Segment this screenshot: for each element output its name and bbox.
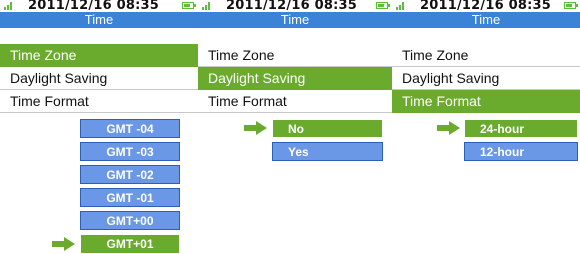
status-bar: 2011/12/16 08:35 — [0, 0, 198, 13]
signal-icon — [396, 2, 405, 10]
menu-item-daylight-saving[interactable]: Daylight Saving — [0, 67, 198, 90]
signal-icon — [4, 2, 13, 10]
menu-item-time-format[interactable]: Time Format — [392, 90, 580, 113]
menu-item-time-zone[interactable]: Time Zone — [392, 44, 580, 67]
option-24-hour[interactable]: 24-hour — [464, 119, 578, 138]
menu-item-time-zone[interactable]: Time Zone — [0, 44, 198, 67]
menu-item-time-format[interactable]: Time Format — [198, 90, 392, 113]
option-gmt-minus-04[interactable]: GMT -04 — [80, 119, 180, 138]
status-bar: 2011/12/16 08:35 — [198, 0, 392, 13]
screen-title: Time — [392, 12, 580, 28]
option-gmt-plus-01[interactable]: GMT+01 — [80, 234, 180, 254]
option-gmt-minus-02[interactable]: GMT -02 — [80, 165, 180, 184]
signal-icon — [202, 2, 211, 10]
phone-screen-time-zone: 2011/12/16 08:35 Time Time Zone Daylight… — [0, 0, 199, 254]
phone-screen-time-format: 2011/12/16 08:35 Time Time Zone Daylight… — [392, 0, 580, 254]
arrow-right-icon — [244, 121, 267, 135]
menu-item-daylight-saving[interactable]: Daylight Saving — [198, 67, 392, 90]
screen-title: Time — [198, 12, 392, 28]
arrow-right-icon — [437, 121, 460, 135]
screen-title: Time — [0, 12, 198, 28]
arrow-right-icon — [52, 237, 75, 251]
option-gmt-plus-00[interactable]: GMT+00 — [80, 211, 180, 230]
option-gmt-minus-03[interactable]: GMT -03 — [80, 142, 180, 161]
battery-icon — [564, 2, 578, 9]
option-yes[interactable]: Yes — [272, 142, 383, 161]
status-bar: 2011/12/16 08:35 — [392, 0, 580, 13]
menu-item-time-zone[interactable]: Time Zone — [198, 44, 392, 67]
phone-screen-daylight-saving: 2011/12/16 08:35 Time Time Zone Daylight… — [198, 0, 393, 254]
menu-item-time-format[interactable]: Time Format — [0, 90, 198, 113]
option-no[interactable]: No — [272, 119, 383, 138]
battery-icon — [376, 2, 390, 9]
menu-item-daylight-saving[interactable]: Daylight Saving — [392, 67, 580, 90]
battery-icon — [182, 2, 196, 9]
option-gmt-minus-01[interactable]: GMT -01 — [80, 188, 180, 207]
option-12-hour[interactable]: 12-hour — [464, 142, 578, 161]
